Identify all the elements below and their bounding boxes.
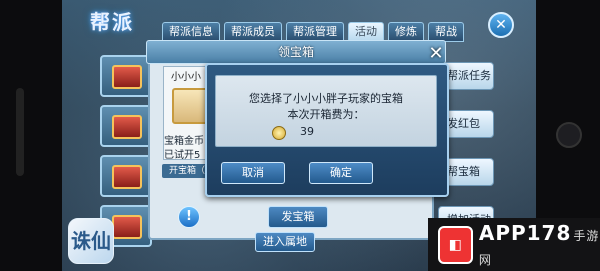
fee-label: 本次开箱费为： [287, 108, 365, 121]
guild-tab-bar: 帮派信息 帮派成员 帮派管理 活动 修炼 帮战 [162, 22, 464, 42]
dialog-title: 领宝箱 [277, 45, 314, 59]
confirm-dialog: 您选择了小小小胖子玩家的宝箱 本次开箱费为： 39 取消 确定 [205, 63, 449, 197]
send-chest-button[interactable]: 发宝箱 [268, 206, 328, 228]
tab-guild-war[interactable]: 帮战 [428, 22, 464, 42]
chest-list-item[interactable] [100, 105, 152, 147]
cancel-button[interactable]: 取消 [221, 162, 285, 184]
enter-territory-button[interactable]: 进入属地 [255, 232, 315, 252]
treasure-chest-icon [112, 115, 142, 139]
tab-activities[interactable]: 活动 [348, 22, 384, 42]
tab-cultivation[interactable]: 修炼 [388, 22, 424, 42]
phone-bezel-left [0, 0, 62, 271]
guild-logo: 帮派 [90, 10, 134, 34]
watermark-brand: APP178 [478, 220, 572, 245]
coin-icon [272, 126, 286, 140]
treasure-chest-icon [112, 215, 142, 239]
info-icon[interactable]: ! [178, 206, 200, 228]
treasure-chest-icon [112, 165, 142, 189]
tab-guild-info[interactable]: 帮派信息 [162, 22, 220, 42]
dialog-close-icon[interactable]: ✕ [426, 44, 446, 64]
app-icon: 诛仙 [68, 218, 114, 264]
dialog-header: 领宝箱 [146, 40, 446, 64]
chest-list-item[interactable] [100, 55, 152, 97]
watermark-text: APP178 手游网 [479, 221, 600, 269]
tab-guild-members[interactable]: 帮派成员 [224, 22, 282, 42]
watermark: ◧ APP178 手游网 [428, 218, 600, 271]
chest-owner-label: 小小小 [171, 72, 201, 83]
close-icon[interactable]: ✕ [488, 12, 514, 38]
fee-value: 39 [300, 125, 314, 138]
confirm-message: 您选择了小小小胖子玩家的宝箱 [249, 92, 403, 105]
tab-guild-manage[interactable]: 帮派管理 [286, 22, 344, 42]
phone-home-button[interactable] [556, 122, 582, 148]
confirm-message-box: 您选择了小小小胖子玩家的宝箱 本次开箱费为： 39 [215, 75, 437, 147]
chest-tried-label: 已试开5 [164, 150, 201, 161]
treasure-chest-icon [112, 65, 142, 89]
watermark-logo-icon: ◧ [438, 225, 473, 264]
chest-gold-label: 宝箱金币 [164, 136, 204, 147]
chest-list-item[interactable] [100, 155, 152, 197]
confirm-button[interactable]: 确定 [309, 162, 373, 184]
phone-speaker [16, 88, 24, 176]
